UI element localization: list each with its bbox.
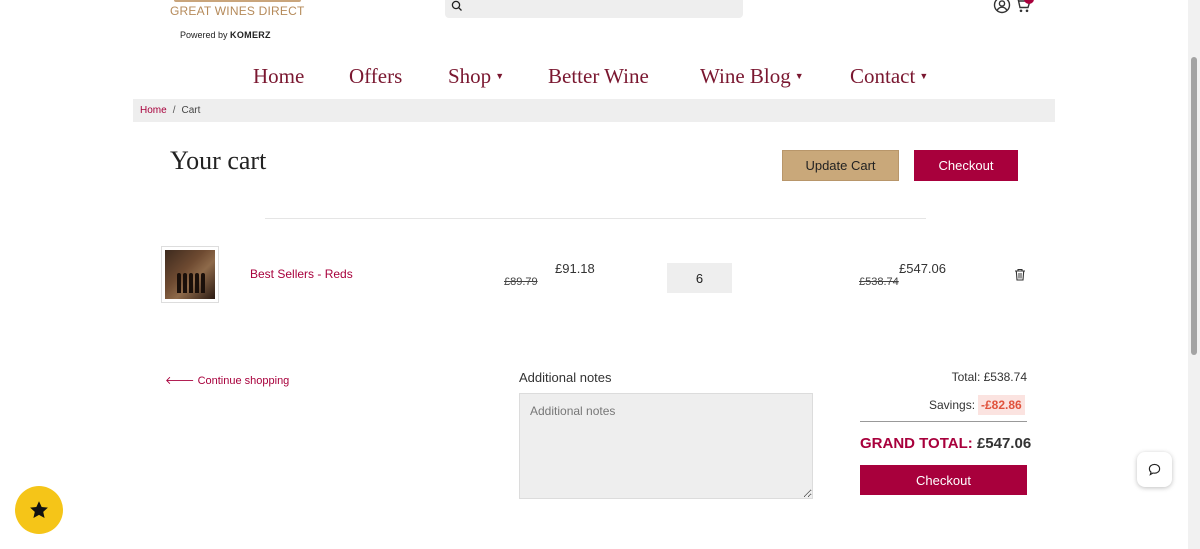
trash-icon[interactable] [1014,268,1026,281]
search-input[interactable] [445,0,743,18]
continue-shopping-link[interactable]: 🡐 Continue shopping [165,373,289,387]
product-name-link[interactable]: Best Sellers - Reds [250,267,353,281]
nav-label: Shop [448,64,492,88]
breadcrumb-home-link[interactable]: Home [140,105,167,116]
product-thumbnail[interactable] [161,246,219,303]
checkout-bottom-button[interactable]: Checkout [860,465,1027,495]
search-icon [451,0,462,11]
summary-divider [860,421,1027,422]
nav-item-home[interactable]: Home [253,64,304,89]
checkout-button[interactable]: Checkout [914,150,1018,181]
logo[interactable]: GREAT WINES DIRECT [170,0,305,18]
grand-total-value: £547.06 [976,435,1032,452]
chat-icon [1148,463,1161,476]
savings-label: Savings: [929,398,976,412]
powered-by: Powered by KOMERZ [180,30,271,40]
chevron-down-icon: ▼ [919,71,929,82]
notes-label: Additional notes [519,370,612,385]
savings-value: -£82.86 [978,395,1025,415]
grand-total-label: GRAND TOTAL: [860,435,973,452]
nav-label: Wine Blog [700,64,791,88]
divider [265,218,926,219]
breadcrumb: Home / Cart [133,99,1055,122]
unit-price: £91.18 [555,261,595,276]
user-icon[interactable] [993,0,1011,14]
arrow-left-icon: 🡐 [165,375,195,387]
nav-item-offers[interactable]: Offers [349,64,402,89]
powered-prefix: Powered by [180,30,228,40]
nav-item-better-wine[interactable]: Better Wine [548,64,649,89]
nav-label: Contact [850,64,916,88]
grand-total: GRAND TOTAL: £547.06 [860,435,1031,452]
summary-total: Total: £538.74 [951,370,1027,384]
notes-textarea[interactable] [519,393,813,499]
nav-item-wine-blog[interactable]: Wine Blog ▼ [700,64,804,89]
quantity-input[interactable] [667,263,732,293]
favorites-button[interactable] [15,486,63,534]
chevron-down-icon: ▼ [794,71,804,82]
chat-button[interactable] [1137,452,1172,487]
continue-shopping-label: Continue shopping [197,375,290,387]
scrollbar-thumb[interactable] [1191,57,1197,355]
unit-compare-price: £89.79 [504,276,538,288]
chevron-down-icon: ▼ [495,71,505,82]
nav-label: Better Wine [548,64,649,88]
powered-brand: KOMERZ [230,30,271,40]
nav-label: Home [253,64,305,88]
breadcrumb-current: Cart [181,105,201,116]
product-image [165,250,215,299]
update-cart-button[interactable]: Update Cart [782,150,899,181]
line-compare-total: £538.74 [859,276,899,288]
star-icon [30,501,48,518]
nav-item-shop[interactable]: Shop ▼ [448,64,504,89]
line-total: £547.06 [899,261,946,276]
nav-label: Offers [349,64,403,88]
nav-item-contact[interactable]: Contact ▼ [850,64,928,89]
page-title: Your cart [170,146,267,175]
breadcrumb-separator: / [172,105,176,116]
